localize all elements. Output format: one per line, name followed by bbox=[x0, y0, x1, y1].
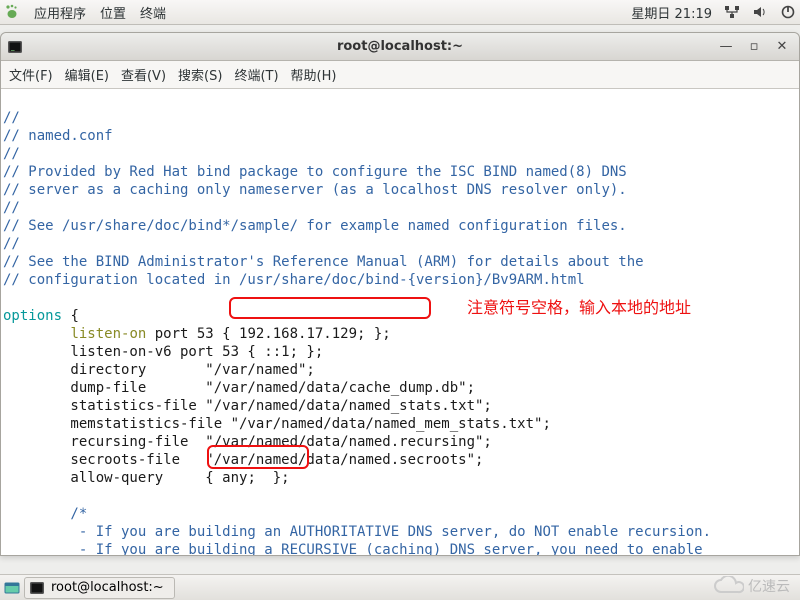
code-line: // bbox=[3, 200, 20, 216]
titlebar[interactable]: _ root@localhost:~ — ▫ ✕ bbox=[1, 33, 799, 61]
code-line: // bbox=[3, 236, 20, 252]
gnome-foot-icon bbox=[4, 4, 20, 20]
show-desktop-icon[interactable] bbox=[4, 580, 20, 596]
minimize-button[interactable]: — bbox=[717, 39, 735, 55]
menu-view[interactable]: 查看(V) bbox=[121, 65, 166, 84]
panel-terminal[interactable]: 终端 bbox=[140, 3, 166, 22]
bottom-panel: root@localhost:~ bbox=[0, 574, 800, 600]
svg-text:_: _ bbox=[10, 43, 15, 51]
code-line: directory "/var/named"; bbox=[3, 362, 315, 378]
menu-edit[interactable]: 编辑(E) bbox=[65, 65, 109, 84]
terminal-content[interactable]: // // named.conf // // Provided by Red H… bbox=[1, 89, 799, 555]
volume-icon[interactable] bbox=[752, 4, 768, 20]
code-line: // Provided by Red Hat bind package to c… bbox=[3, 164, 627, 180]
panel-clock[interactable]: 星期日 21:19 bbox=[631, 3, 712, 22]
code-line: // configuration located in /usr/share/d… bbox=[3, 272, 585, 288]
panel-places[interactable]: 位置 bbox=[100, 3, 126, 22]
code-line: memstatistics-file "/var/named/data/name… bbox=[3, 416, 551, 432]
top-panel: 应用程序 位置 终端 星期日 21:19 bbox=[0, 0, 800, 25]
terminal-task-icon bbox=[29, 580, 45, 596]
taskbar-item-label: root@localhost:~ bbox=[51, 580, 164, 595]
maximize-button[interactable]: ▫ bbox=[745, 39, 763, 55]
menu-terminal[interactable]: 终端(T) bbox=[234, 65, 278, 84]
menubar: 文件(F) 编辑(E) 查看(V) 搜索(S) 终端(T) 帮助(H) bbox=[1, 61, 799, 89]
code-line: - If you are building an AUTHORITATIVE D… bbox=[3, 524, 711, 540]
code-line: // named.conf bbox=[3, 128, 113, 144]
code-line: // See /usr/share/doc/bind*/sample/ for … bbox=[3, 218, 627, 234]
power-icon[interactable] bbox=[780, 4, 796, 20]
panel-apps[interactable]: 应用程序 bbox=[34, 3, 86, 22]
menu-file[interactable]: 文件(F) bbox=[9, 65, 53, 84]
code-line: dump-file "/var/named/data/cache_dump.db… bbox=[3, 380, 475, 396]
code-line: statistics-file "/var/named/data/named_s… bbox=[3, 398, 492, 414]
code-line: // bbox=[3, 146, 20, 162]
network-icon[interactable] bbox=[724, 4, 740, 20]
code-line: // See the BIND Administrator's Referenc… bbox=[3, 254, 644, 270]
terminal-app-icon: _ bbox=[7, 39, 23, 55]
menu-help[interactable]: 帮助(H) bbox=[291, 65, 337, 84]
code-line: - If you are building a RECURSIVE (cachi… bbox=[3, 542, 703, 555]
code-line: // server as a caching only nameserver (… bbox=[3, 182, 627, 198]
code-line: listen-on-v6 port 53 { ::1; }; bbox=[3, 344, 323, 360]
code-line: // bbox=[3, 110, 20, 126]
code-line: secroots-file "/var/named/data/named.sec… bbox=[3, 452, 483, 468]
annotation-box-1 bbox=[229, 297, 431, 319]
code-line: recursing-file "/var/named/data/named.re… bbox=[3, 434, 492, 450]
code-line: options { bbox=[3, 308, 79, 324]
close-button[interactable]: ✕ bbox=[773, 39, 791, 55]
code-line: listen-on port 53 { 192.168.17.129; }; bbox=[3, 326, 391, 342]
annotation-text: 注意符号空格，输入本地的地址 bbox=[467, 299, 691, 317]
code-line: allow-query { any; }; bbox=[3, 470, 290, 486]
window-title: root@localhost:~ bbox=[1, 39, 799, 54]
code-line: /* bbox=[3, 506, 87, 522]
taskbar-item-terminal[interactable]: root@localhost:~ bbox=[24, 577, 175, 599]
terminal-window: _ root@localhost:~ — ▫ ✕ 文件(F) 编辑(E) 查看(… bbox=[0, 32, 800, 556]
menu-search[interactable]: 搜索(S) bbox=[178, 65, 222, 84]
